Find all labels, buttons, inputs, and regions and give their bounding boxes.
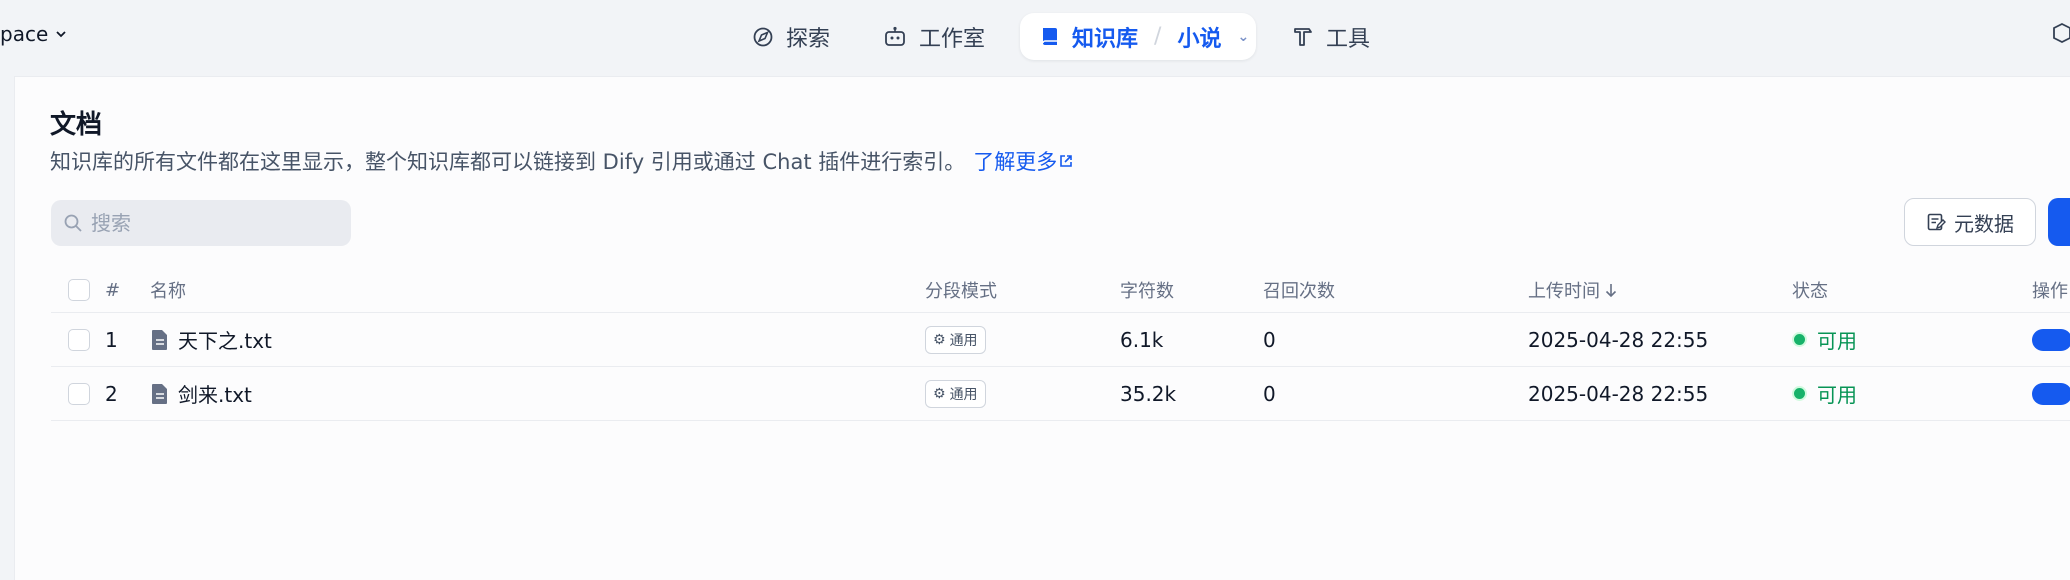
select-all-checkbox[interactable] — [68, 279, 90, 301]
header-hits: 召回次数 — [1263, 281, 1335, 302]
row-chars: 35.2k — [1120, 381, 1177, 406]
gear-icon: ⚙ — [933, 385, 946, 402]
page-title: 文档 — [50, 110, 103, 140]
search-input[interactable] — [89, 210, 333, 236]
row-status: 可用 — [1792, 367, 1857, 420]
nav-explore[interactable]: 探索 — [752, 13, 830, 61]
file-text-icon — [152, 329, 167, 350]
mode-badge-label: 通用 — [949, 386, 978, 403]
book-icon — [1042, 27, 1057, 45]
hammer-icon — [1294, 28, 1312, 46]
row-hits: 0 — [1263, 381, 1276, 406]
compass-icon — [753, 27, 773, 47]
table-header: # 名称 分段模式 字符数 召回次数 上传时间 状态 操作 — [51, 268, 2070, 313]
gear-icon: ⚙ — [933, 331, 946, 348]
header-upload-time-label: 上传时间 — [1528, 281, 1600, 302]
robot-icon — [885, 26, 905, 46]
header-upload-time[interactable]: 上传时间 — [1528, 268, 1618, 312]
sort-desc-icon — [1605, 284, 1617, 298]
row-file-name-cell[interactable]: 剑来.txt — [150, 367, 252, 420]
mode-badge: ⚙ 通用 — [925, 325, 986, 354]
learn-more-link[interactable]: 了解更多 — [973, 146, 1073, 176]
documents-table: # 名称 分段模式 字符数 召回次数 上传时间 状态 操作 1 天下之.txt … — [51, 268, 2070, 421]
row-hits: 0 — [1263, 327, 1276, 352]
nav-studio-label: 工作室 — [919, 27, 986, 52]
nav-knowledge-label: 知识库 — [1072, 26, 1139, 52]
header-status: 状态 — [1792, 281, 1828, 302]
nav-tools[interactable]: 工具 — [1292, 13, 1370, 61]
row-status: 可用 — [1792, 313, 1857, 366]
row-upload-time: 2025-04-28 22:55 — [1528, 381, 1709, 406]
row-file-name-cell[interactable]: 天下之.txt — [150, 313, 272, 366]
header-index: # — [105, 279, 121, 301]
mode-badge: ⚙ 通用 — [925, 379, 986, 408]
header-actions: 操作 — [2032, 281, 2068, 302]
row-index: 1 — [105, 327, 118, 352]
row-file-name: 剑来.txt — [178, 383, 252, 407]
row-actions — [2032, 367, 2070, 420]
workspace-switcher[interactable]: pace — [0, 22, 68, 46]
metadata-button-label: 元数据 — [1954, 211, 2014, 236]
workspace-label: pace — [0, 22, 49, 46]
row-upload-time: 2025-04-28 22:55 — [1528, 327, 1709, 352]
nav-studio[interactable]: 工作室 — [883, 13, 985, 61]
search-icon — [64, 214, 82, 232]
top-navigation-bar: pace 探索 工作室 知识库 / 小说 ⌄ 工具 — [0, 0, 2070, 76]
chevron-down-icon — [56, 31, 66, 38]
nav-tools-label: 工具 — [1326, 27, 1371, 52]
metadata-button[interactable]: 元数据 — [1904, 198, 2036, 246]
row-status-label: 可用 — [1817, 329, 1857, 353]
enable-toggle[interactable] — [2032, 382, 2070, 405]
external-link-icon — [1060, 155, 1073, 167]
status-dot — [1792, 332, 1807, 347]
metadata-icon — [1927, 213, 1946, 231]
nav-explore-label: 探索 — [786, 27, 831, 52]
row-chars: 6.1k — [1120, 327, 1164, 352]
row-checkbox[interactable] — [68, 328, 90, 351]
nav-knowledge[interactable]: 知识库 / 小说 ⌄ — [1020, 13, 1256, 60]
chevron-down-icon[interactable]: ⌄ — [1237, 29, 1249, 45]
learn-more-label: 了解更多 — [973, 150, 1058, 174]
status-dot — [1792, 386, 1807, 401]
header-chars: 字符数 — [1120, 281, 1174, 302]
mode-badge-label: 通用 — [949, 332, 978, 349]
enable-toggle[interactable] — [2032, 328, 2070, 351]
row-mode-cell: ⚙ 通用 — [925, 313, 986, 366]
table-row[interactable]: 2 剑来.txt ⚙ 通用 35.2k 0 2025-04-28 22:55 可… — [51, 367, 2070, 421]
breadcrumb-separator: / — [1154, 24, 1162, 49]
current-knowledge-name[interactable]: 小说 — [1177, 21, 1221, 53]
package-icon[interactable] — [2052, 22, 2070, 46]
row-actions — [2032, 313, 2070, 366]
row-mode-cell: ⚙ 通用 — [925, 367, 986, 420]
row-file-name: 天下之.txt — [178, 329, 272, 353]
row-index: 2 — [105, 381, 118, 406]
row-select-cell — [68, 313, 90, 366]
row-select-cell — [68, 367, 90, 420]
row-checkbox[interactable] — [68, 382, 90, 405]
page-description: 知识库的所有文件都在这里显示，整个知识库都可以链接到 Dify 引用或通过 Ch… — [50, 146, 1073, 176]
add-file-button[interactable] — [2048, 198, 2070, 246]
table-row[interactable]: 1 天下之.txt ⚙ 通用 6.1k 0 2025-04-28 22:55 可… — [51, 313, 2070, 367]
select-all-cell — [68, 268, 90, 312]
description-text: 知识库的所有文件都在这里显示，整个知识库都可以链接到 Dify 引用或通过 Ch… — [50, 150, 966, 174]
search-box[interactable] — [51, 200, 351, 246]
header-name: 名称 — [150, 281, 186, 302]
file-text-icon — [152, 383, 167, 404]
header-mode: 分段模式 — [925, 281, 997, 302]
row-status-label: 可用 — [1817, 383, 1857, 407]
